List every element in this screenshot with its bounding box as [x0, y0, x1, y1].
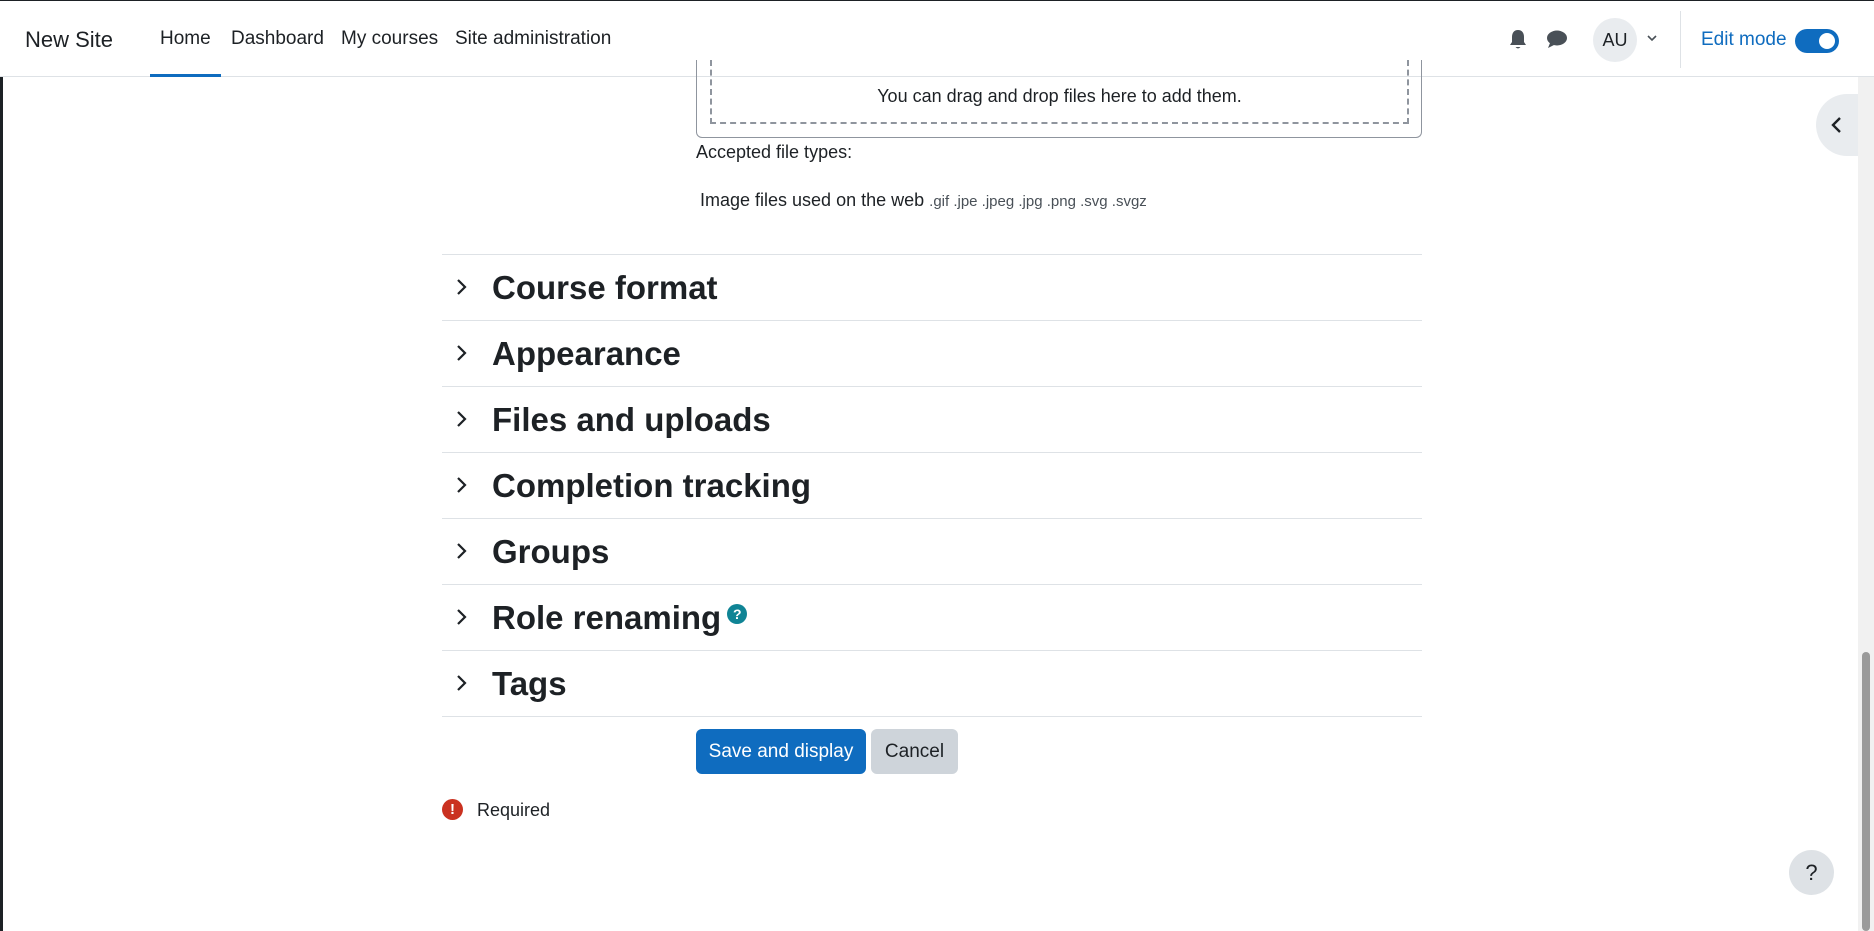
site-brand[interactable]: New Site: [25, 27, 113, 53]
required-icon: !: [442, 799, 463, 820]
section-course-format[interactable]: Course format: [442, 254, 1422, 320]
nav-item-dashboard[interactable]: Dashboard: [231, 28, 324, 50]
section-divider: [442, 716, 1422, 717]
section-groups[interactable]: Groups: [442, 518, 1422, 584]
active-nav-indicator: [150, 74, 221, 77]
drop-zone-text: You can drag and drop files here to add …: [877, 86, 1242, 106]
section-title[interactable]: Groups: [492, 533, 609, 571]
section-title[interactable]: Role renaming: [492, 599, 721, 636]
section-tags[interactable]: Tags: [442, 650, 1422, 716]
chevron-left-icon: [1831, 117, 1841, 133]
section-appearance[interactable]: Appearance: [442, 320, 1422, 386]
chevron-down-icon[interactable]: [1646, 32, 1658, 44]
help-button[interactable]: ?: [1789, 850, 1834, 895]
accepted-file-types: Image files used on the web .gif .jpe .j…: [700, 190, 1147, 211]
section-title[interactable]: Tags: [492, 665, 567, 703]
chevron-right-icon: [457, 279, 467, 295]
section-title[interactable]: Files and uploads: [492, 401, 771, 439]
section-files-and-uploads[interactable]: Files and uploads: [442, 386, 1422, 452]
cancel-button[interactable]: Cancel: [871, 729, 958, 774]
accepted-file-extensions: .gif .jpe .jpeg .jpg .png .svg .svgz: [929, 193, 1147, 210]
accepted-file-types-label: Accepted file types:: [696, 142, 853, 162]
chevron-right-icon: [457, 609, 467, 625]
toggle-knob: [1819, 33, 1835, 49]
accepted-file-types-desc: Image files used on the web: [700, 190, 925, 210]
required-label: Required: [477, 800, 551, 820]
chat-icon[interactable]: [1546, 29, 1568, 49]
section-title[interactable]: Appearance: [492, 335, 681, 373]
edit-mode-toggle[interactable]: [1795, 29, 1839, 53]
chevron-right-icon: [457, 543, 467, 559]
nav-item-home[interactable]: Home: [160, 28, 211, 50]
section-title[interactable]: Completion tracking: [492, 467, 811, 505]
window-edge: [0, 0, 3, 931]
edit-mode-label[interactable]: Edit mode: [1701, 29, 1787, 51]
user-avatar[interactable]: AU: [1593, 18, 1637, 62]
section-role-renaming[interactable]: Role renaming?: [442, 584, 1422, 650]
chevron-right-icon: [457, 675, 467, 691]
user-initials: AU: [1602, 29, 1628, 50]
question-help-icon[interactable]: ?: [727, 604, 748, 624]
section-title-wrap: Role renaming?: [492, 599, 748, 637]
bell-icon[interactable]: [1508, 29, 1528, 51]
scrollbar-thumb[interactable]: [1862, 652, 1870, 931]
section-completion-tracking[interactable]: Completion tracking: [442, 452, 1422, 518]
nav-divider: [1680, 11, 1681, 68]
chevron-right-icon: [457, 477, 467, 493]
chevron-right-icon: [457, 345, 467, 361]
nav-item-my-courses[interactable]: My courses: [341, 28, 438, 50]
section-title[interactable]: Course format: [492, 269, 718, 307]
nav-item-site-administration[interactable]: Site administration: [455, 28, 611, 50]
save-and-display-button[interactable]: Save and display: [696, 729, 866, 774]
chevron-right-icon: [457, 411, 467, 427]
